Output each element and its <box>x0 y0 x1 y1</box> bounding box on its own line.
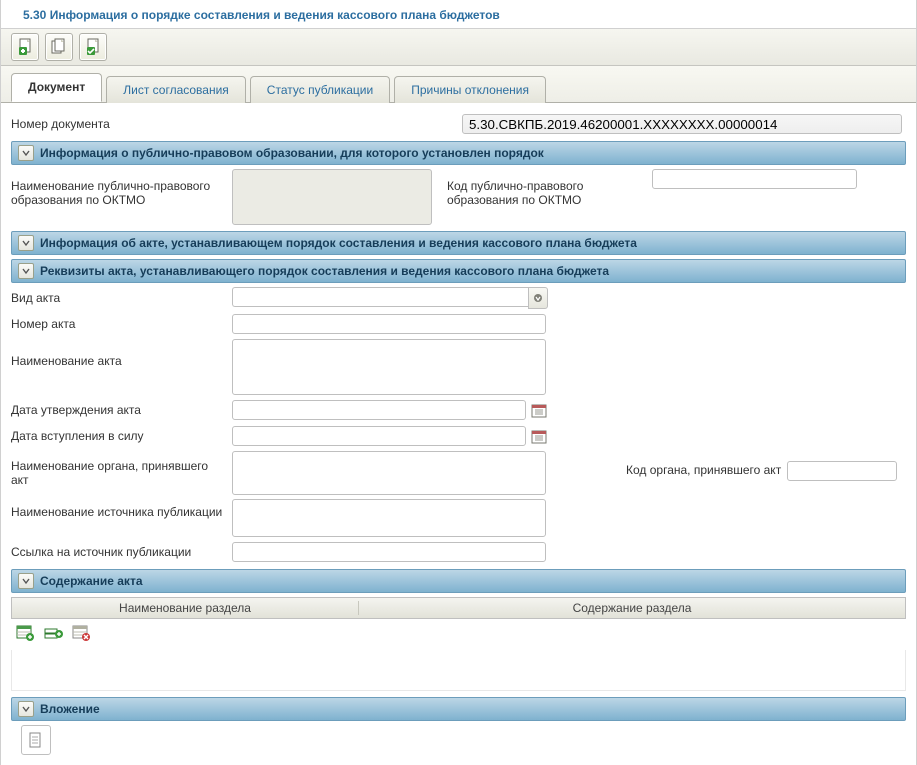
chevron-down-icon <box>18 235 34 251</box>
authority-name-field[interactable] <box>232 451 546 495</box>
section-act-content[interactable]: Содержание акта <box>11 569 906 593</box>
chevron-down-icon <box>18 145 34 161</box>
copy-document-button[interactable] <box>45 33 73 61</box>
section-act-requisites-title: Реквизиты акта, устанавливающего порядок… <box>40 264 609 278</box>
pages-icon <box>50 38 68 56</box>
act-name-field[interactable] <box>232 339 546 395</box>
grid-header: Наименование раздела Содержание раздела <box>11 597 906 619</box>
page-check-icon <box>84 38 102 56</box>
tab-publication-status[interactable]: Статус публикации <box>250 76 390 103</box>
main-toolbar <box>1 29 916 66</box>
act-effect-date-field[interactable] <box>232 426 526 446</box>
ppo-code-field[interactable] <box>652 169 857 189</box>
section-ppo[interactable]: Информация о публично-правовом образован… <box>11 141 906 165</box>
chevron-down-icon <box>18 701 34 717</box>
grid-body <box>11 650 906 691</box>
approve-document-button[interactable] <box>79 33 107 61</box>
act-number-field[interactable] <box>232 314 546 334</box>
doc-number-label: Номер документа <box>11 117 462 131</box>
act-name-label: Наименование акта <box>11 339 232 368</box>
page-title: 5.30 Информация о порядке составления и … <box>1 0 916 29</box>
row-plus-icon <box>43 624 63 642</box>
authority-code-label: Код органа, принявшего акт <box>626 451 787 477</box>
section-act-info-title: Информация об акте, устанавливающем поря… <box>40 236 637 250</box>
ppo-code-label: Код публично-правового образования по ОК… <box>447 169 652 207</box>
section-act-content-title: Содержание акта <box>40 574 143 588</box>
calendar-button[interactable] <box>530 427 548 445</box>
calendar-icon <box>531 428 547 444</box>
grid-insert-row-button[interactable] <box>43 624 63 645</box>
calendar-button[interactable] <box>530 401 548 419</box>
dropdown-button[interactable] <box>528 287 548 309</box>
grid-add-row-button[interactable] <box>15 624 35 645</box>
attachment-button[interactable] <box>21 725 51 755</box>
ppo-name-field <box>232 169 432 225</box>
section-act-requisites[interactable]: Реквизиты акта, устанавливающего порядок… <box>11 259 906 283</box>
tab-reject-reasons[interactable]: Причины отклонения <box>394 76 546 103</box>
calendar-icon <box>531 402 547 418</box>
table-delete-icon <box>71 624 91 642</box>
act-approve-date-field[interactable] <box>232 400 526 420</box>
section-attachment[interactable]: Вложение <box>11 697 906 721</box>
chevron-down-icon <box>18 573 34 589</box>
pub-source-name-label: Наименование источника публикации <box>11 499 232 519</box>
section-act-info[interactable]: Информация об акте, устанавливающем поря… <box>11 231 906 255</box>
attachment-icon <box>27 731 45 749</box>
tab-strip: Документ Лист согласования Статус публик… <box>1 66 916 103</box>
table-plus-icon <box>15 624 35 642</box>
chevron-down-icon <box>18 263 34 279</box>
act-approve-date-label: Дата утверждения акта <box>11 403 232 417</box>
authority-name-label: Наименование органа, принявшего акт <box>11 451 232 487</box>
pub-source-link-field[interactable] <box>232 542 546 562</box>
page-plus-icon <box>16 38 34 56</box>
chevron-down-icon <box>533 293 543 303</box>
grid-delete-row-button[interactable] <box>71 624 91 645</box>
ppo-name-label: Наименование публично-правового образова… <box>11 169 232 207</box>
act-type-field[interactable] <box>232 287 528 307</box>
authority-code-field[interactable] <box>787 461 897 481</box>
act-number-label: Номер акта <box>11 317 232 331</box>
grid-col-section-content: Содержание раздела <box>359 601 905 615</box>
tab-approval-sheet[interactable]: Лист согласования <box>106 76 246 103</box>
new-document-button[interactable] <box>11 33 39 61</box>
pub-source-link-label: Ссылка на источник публикации <box>11 545 232 559</box>
doc-number-field <box>462 114 902 134</box>
section-ppo-title: Информация о публично-правовом образован… <box>40 146 544 160</box>
content-area: Номер документа Информация о публично-пр… <box>1 103 916 765</box>
act-effect-date-label: Дата вступления в силу <box>11 429 232 443</box>
grid-col-section-name: Наименование раздела <box>12 601 359 615</box>
act-type-label: Вид акта <box>11 291 232 305</box>
pub-source-name-field[interactable] <box>232 499 546 537</box>
act-type-combo[interactable] <box>232 287 548 309</box>
tab-document[interactable]: Документ <box>11 73 102 102</box>
section-attachment-title: Вложение <box>40 702 100 716</box>
grid-toolbar <box>11 619 906 650</box>
